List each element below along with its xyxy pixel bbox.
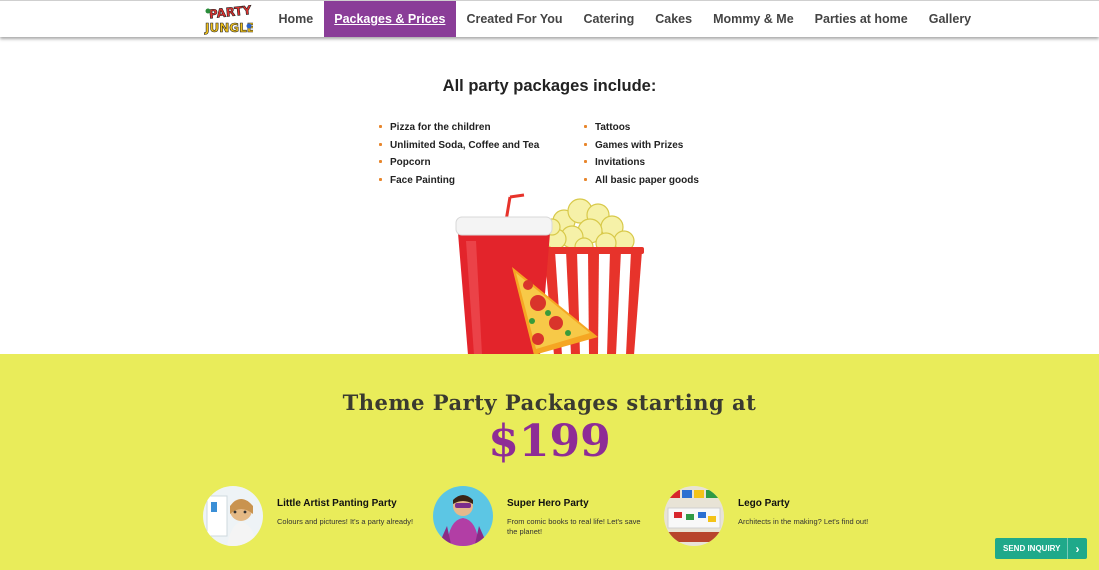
send-inquiry-label: SEND INQUIRY <box>1003 544 1061 553</box>
list-item: Invitations <box>584 156 699 174</box>
list-item: Pizza for the children <box>379 121 539 139</box>
list-item: Popcorn <box>379 156 539 174</box>
soda-popcorn-pizza-illustration <box>452 193 647 355</box>
package-lego[interactable]: Lego Party Architects in the making? Let… <box>664 486 894 548</box>
nav-parties-at-home[interactable]: Parties at home <box>804 1 918 37</box>
package-little-artist[interactable]: Little Artist Panting Party Colours and … <box>203 486 433 548</box>
nav-cakes[interactable]: Cakes <box>645 1 703 37</box>
list-item: Games with Prizes <box>584 139 699 157</box>
package-super-hero[interactable]: Super Hero Party From comic books to rea… <box>433 486 663 548</box>
nav-mommy-and-me[interactable]: Mommy & Me <box>703 1 805 37</box>
party-jungle-logo[interactable]: PARTY JUNGLE <box>203 3 256 36</box>
nav-created-for-you[interactable]: Created For You <box>456 1 573 37</box>
package-title: Little Artist Panting Party <box>277 498 397 509</box>
list-item: Face Painting <box>379 174 539 192</box>
top-navbar: PARTY JUNGLE Home Packages & Prices Crea… <box>0 0 1099 37</box>
package-description: Colours and pictures! It's a party alrea… <box>277 517 414 526</box>
main-nav: Home Packages & Prices Created For You C… <box>268 1 982 38</box>
nav-packages-prices[interactable]: Packages & Prices <box>323 1 456 37</box>
theme-packages-heading: Theme Party Packages starting at <box>342 390 757 415</box>
package-description: From comic books to real life! Let's sav… <box>507 517 641 536</box>
list-item: All basic paper goods <box>584 174 699 192</box>
nav-gallery[interactable]: Gallery <box>918 1 981 37</box>
package-title: Super Hero Party <box>507 498 589 509</box>
list-item: Unlimited Soda, Coffee and Tea <box>379 139 539 157</box>
superhero-girl-photo <box>433 486 493 546</box>
includes-list-right: Tattoos Games with Prizes Invitations Al… <box>584 121 699 191</box>
list-item: Tattoos <box>584 121 699 139</box>
svg-text:PARTY: PARTY <box>208 4 252 21</box>
nav-catering[interactable]: Catering <box>573 1 645 37</box>
svg-text:JUNGLE: JUNGLE <box>204 21 253 35</box>
nav-home[interactable]: Home <box>268 1 324 37</box>
includes-heading: All party packages include: <box>442 77 657 95</box>
chevron-right-icon: › <box>1067 538 1087 559</box>
child-painting-photo <box>203 486 263 546</box>
lego-table-photo <box>664 486 724 546</box>
send-inquiry-button[interactable]: SEND INQUIRY › <box>995 538 1087 559</box>
includes-list-left: Pizza for the children Unlimited Soda, C… <box>379 121 539 191</box>
theme-packages-section: Theme Party Packages starting at $199 Li… <box>0 354 1099 570</box>
package-description: Architects in the making? Let's find out… <box>738 517 869 526</box>
starting-price: $199 <box>488 416 611 467</box>
package-title: Lego Party <box>738 498 790 509</box>
